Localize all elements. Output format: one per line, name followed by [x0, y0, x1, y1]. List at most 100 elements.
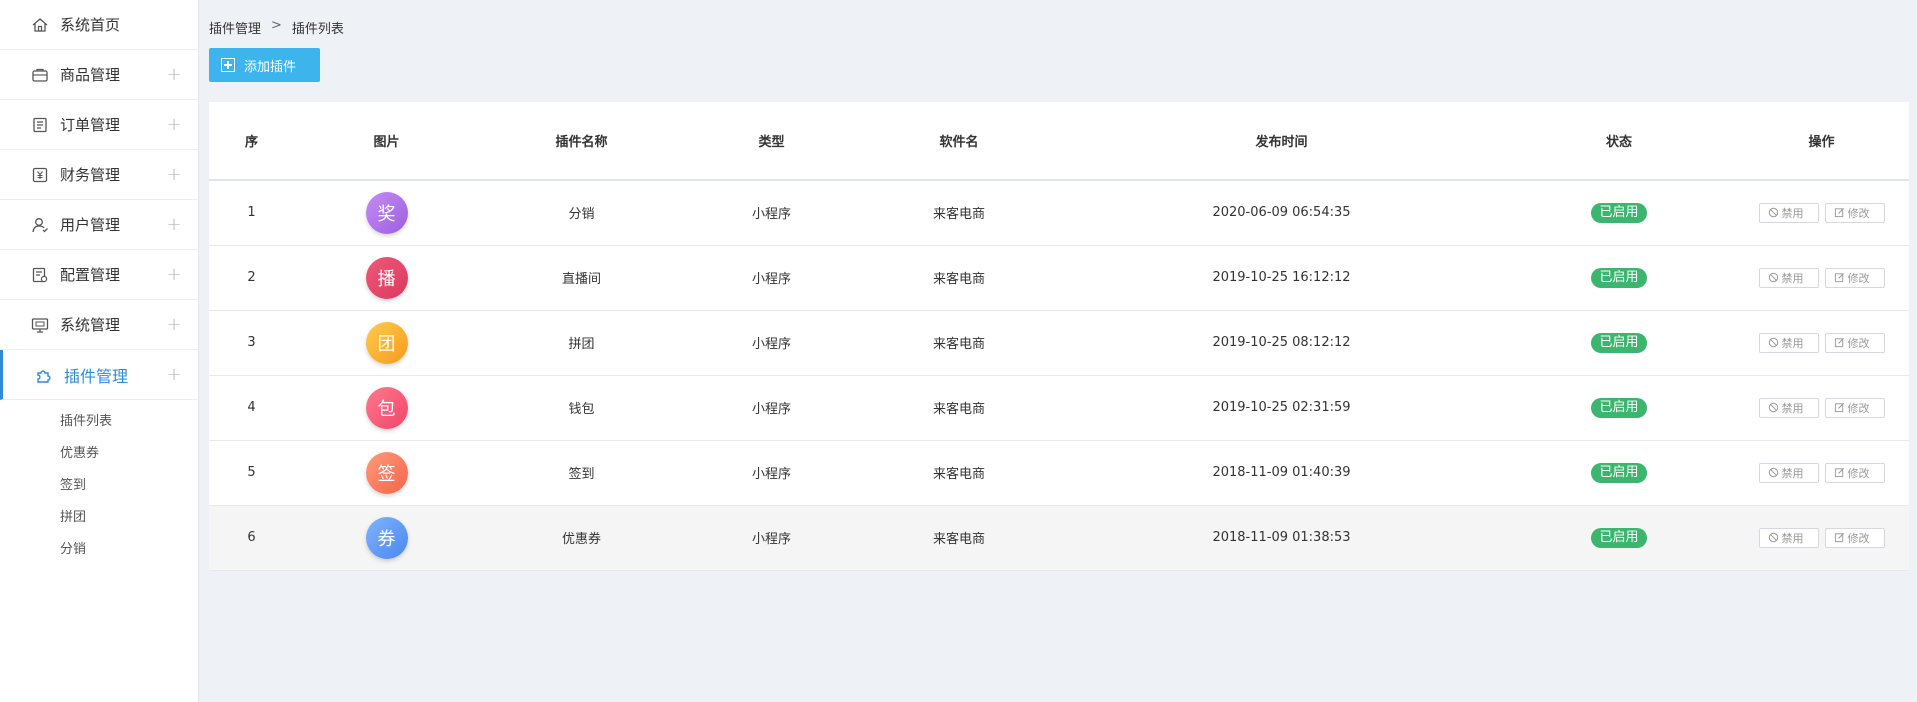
plugin-table: 序 图片 插件名称 类型 软件名 发布时间 状态 操作 1 奖分销 小程序 来客电商 2… — [209, 102, 1909, 571]
sidebar-item-6[interactable]: 系统管理 + — [0, 300, 198, 350]
order-icon — [29, 114, 51, 136]
expand-plus-icon[interactable]: + — [166, 314, 182, 335]
table-row: 4 包 钱包 小程序 来客电商 2019-10-25 02:31:59 已启用 禁用 修改 — [209, 375, 1909, 441]
edit-icon — [1834, 402, 1848, 413]
cell-type: 小程序 — [684, 180, 859, 246]
edit-button[interactable]: 修改 — [1824, 202, 1885, 223]
plugin-icon-glyph: 播 — [377, 268, 396, 290]
header-index: 序 — [209, 102, 294, 181]
disable-button[interactable]: 禁用 — [1758, 332, 1819, 353]
disable-button[interactable]: 禁用 — [1758, 397, 1819, 418]
ban-icon — [1768, 402, 1782, 413]
cell-software-name: 来客电商 — [859, 180, 1059, 246]
cell-actions: 禁用 修改 — [1734, 245, 1909, 311]
sidebar-nav: 系统首页 商品管理 + 订单管理 + 财务管理 + 用户管理 + 配置管理 + 系统管理 + 插件管理 + — [0, 0, 198, 400]
sidebar-item-label: 系统管理 — [60, 316, 121, 334]
cell-status: 已启用 — [1504, 310, 1734, 376]
cell-publish-time: 2020-06-09 06:54:35 — [1059, 180, 1504, 246]
submenu-item[interactable]: 优惠券 — [0, 438, 198, 470]
cell-plugin-name: 拼团 — [479, 310, 684, 376]
config-icon — [29, 264, 51, 286]
puzzle-icon — [33, 364, 55, 386]
cell-image: 奖 — [294, 180, 479, 246]
breadcrumb-separator: > — [271, 18, 282, 33]
expand-plus-icon[interactable]: + — [166, 64, 182, 85]
plugin-icon: 券 — [365, 516, 408, 559]
disable-label: 禁用 — [1781, 531, 1804, 545]
expand-plus-icon[interactable]: + — [166, 114, 182, 135]
monitor-icon — [29, 314, 51, 336]
edit-icon — [1834, 272, 1848, 283]
finance-icon — [29, 164, 51, 186]
table-row: 2 播 直播间 小程序 来客电商 2019-10-25 16:12:12 已启用 禁用 修改 — [209, 245, 1909, 311]
header-plugin-name: 插件名称 — [479, 102, 684, 181]
breadcrumb-current: 插件列表 — [291, 22, 344, 37]
edit-label: 修改 — [1847, 336, 1870, 350]
submenu-item[interactable]: 插件列表 — [0, 406, 198, 438]
sidebar-item-label: 配置管理 — [60, 266, 121, 284]
expand-plus-icon[interactable]: + — [166, 164, 182, 185]
disable-label: 禁用 — [1781, 466, 1804, 480]
main-content: 插件管理 > 插件列表 添加插件 序 图片 插件名称 类型 软件名 发布时间 状… — [200, 0, 1917, 702]
cell-image: 团 — [294, 310, 479, 376]
cell-actions: 禁用 修改 — [1734, 310, 1909, 376]
edit-button[interactable]: 修改 — [1824, 397, 1885, 418]
sidebar-item-1[interactable]: 商品管理 + — [0, 50, 198, 100]
cell-plugin-name: 直播间 — [479, 245, 684, 311]
cell-status: 已启用 — [1504, 180, 1734, 246]
edit-button[interactable]: 修改 — [1824, 332, 1885, 353]
disable-button[interactable]: 禁用 — [1758, 462, 1819, 483]
cell-actions: 禁用 修改 — [1734, 505, 1909, 571]
ban-icon — [1768, 337, 1782, 348]
cell-index: 1 — [209, 180, 294, 246]
status-badge: 已启用 — [1591, 202, 1647, 223]
table-row: 3 团 拼团 小程序 来客电商 2019-10-25 08:12:12 已启用 禁用 修改 — [209, 310, 1909, 376]
edit-icon — [1834, 207, 1848, 218]
edit-label: 修改 — [1847, 271, 1870, 285]
plugin-icon: 签 — [365, 451, 408, 494]
edit-button[interactable]: 修改 — [1824, 267, 1885, 288]
ban-icon — [1768, 272, 1782, 283]
cell-image: 包 — [294, 375, 479, 441]
sidebar-item-0[interactable]: 系统首页 — [0, 0, 198, 50]
submenu-item[interactable]: 签到 — [0, 470, 198, 502]
edit-button[interactable]: 修改 — [1824, 527, 1885, 548]
sidebar-item-label: 插件管理 — [64, 366, 129, 386]
cell-software-name: 来客电商 — [859, 245, 1059, 311]
edit-icon — [1834, 337, 1848, 348]
disable-button[interactable]: 禁用 — [1758, 267, 1819, 288]
sidebar-item-2[interactable]: 订单管理 + — [0, 100, 198, 150]
expand-plus-icon[interactable]: + — [166, 264, 182, 285]
add-plugin-button[interactable]: 添加插件 — [209, 48, 320, 82]
sidebar-item-5[interactable]: 配置管理 + — [0, 250, 198, 300]
table-header-row: 序 图片 插件名称 类型 软件名 发布时间 状态 操作 — [209, 102, 1909, 181]
plus-square-icon — [221, 58, 235, 72]
submenu-item[interactable]: 拼团 — [0, 502, 198, 534]
expand-plus-icon[interactable]: + — [166, 364, 182, 385]
cell-publish-time: 2019-10-25 08:12:12 — [1059, 310, 1504, 376]
expand-plus-icon[interactable]: + — [166, 214, 182, 235]
sidebar-item-7[interactable]: 插件管理 + — [0, 350, 198, 400]
breadcrumb-parent[interactable]: 插件管理 — [209, 18, 261, 37]
cell-plugin-name: 优惠券 — [479, 505, 684, 571]
edit-button[interactable]: 修改 — [1824, 462, 1885, 483]
status-badge: 已启用 — [1591, 332, 1647, 353]
cell-type: 小程序 — [684, 440, 859, 506]
sidebar-item-label: 系统首页 — [60, 16, 121, 34]
cell-actions: 禁用 修改 — [1734, 180, 1909, 246]
sidebar-item-3[interactable]: 财务管理 + — [0, 150, 198, 200]
disable-button[interactable]: 禁用 — [1758, 202, 1819, 223]
cell-actions: 禁用 修改 — [1734, 375, 1909, 441]
disable-label: 禁用 — [1781, 206, 1804, 220]
edit-icon — [1834, 532, 1848, 543]
sidebar-item-4[interactable]: 用户管理 + — [0, 200, 198, 250]
breadcrumb: 插件管理 > 插件列表 — [209, 18, 344, 37]
sidebar-item-label: 商品管理 — [60, 66, 121, 84]
ban-icon — [1768, 207, 1782, 218]
cell-software-name: 来客电商 — [859, 505, 1059, 571]
disable-button[interactable]: 禁用 — [1758, 527, 1819, 548]
status-badge: 已启用 — [1591, 397, 1647, 418]
submenu-item[interactable]: 分销 — [0, 534, 198, 566]
cell-plugin-name: 签到 — [479, 440, 684, 506]
cell-software-name: 来客电商 — [859, 310, 1059, 376]
